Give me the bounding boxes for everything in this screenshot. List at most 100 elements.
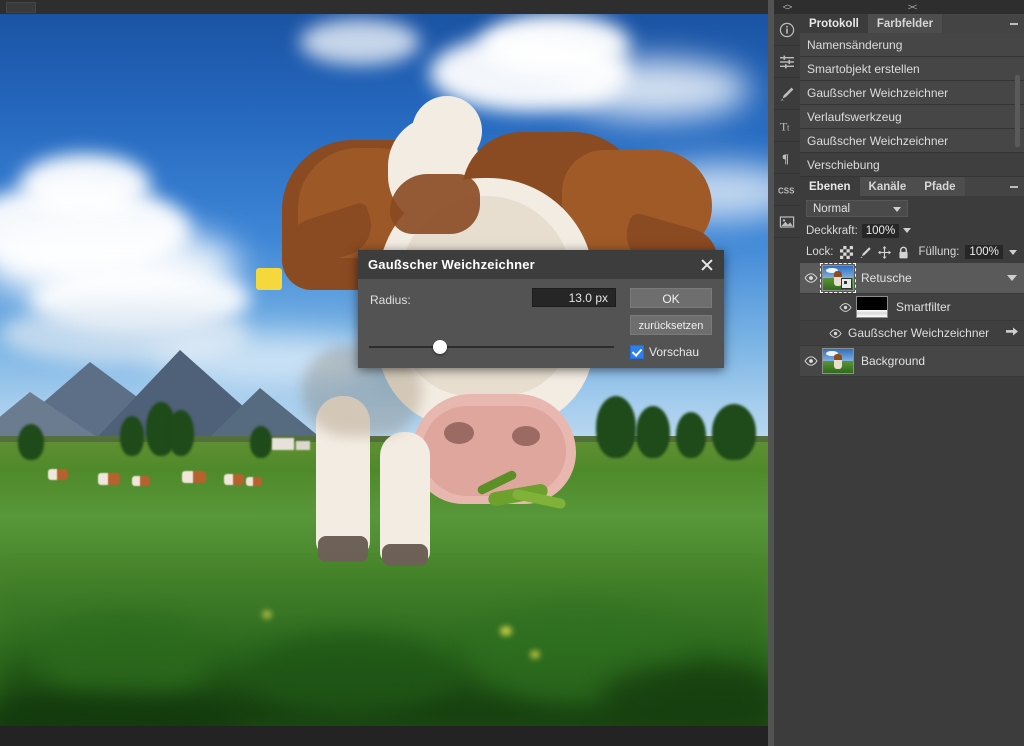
layer-row-retusche[interactable]: Retusche	[800, 263, 1024, 294]
distant-cow	[246, 477, 262, 486]
history-item[interactable]: Gaußscher Weichzeichner	[800, 129, 1024, 153]
tree	[18, 424, 44, 460]
history-item[interactable]: Verlaufswerkzeug	[800, 105, 1024, 129]
history-item-label: Gaußscher Weichzeichner	[807, 133, 949, 148]
gaussian-blur-dialog[interactable]: Gaußscher Weichzeichner Radius: 13.0 px …	[358, 250, 724, 368]
close-icon[interactable]	[699, 257, 715, 273]
eye-icon[interactable]	[834, 302, 856, 312]
brush-icon[interactable]	[774, 78, 800, 110]
smartfilter-label: Smartfilter	[896, 300, 951, 314]
flower	[530, 650, 540, 659]
css-icon[interactable]: CSS	[774, 174, 800, 206]
paragraph-icon[interactable]: ¶	[774, 142, 800, 174]
tab-pfade[interactable]: Pfade	[915, 177, 965, 196]
history-item-label: Gaußscher Weichzeichner	[807, 85, 949, 100]
dialog-body: Radius: 13.0 px OK zurücksetzen Vorschau	[358, 279, 724, 368]
opacity-row: Deckkraft: 100%	[800, 220, 1024, 241]
distant-cow	[48, 469, 68, 480]
eye-icon[interactable]	[800, 356, 822, 366]
lock-label: Lock:	[806, 246, 834, 258]
radius-label: Radius:	[370, 293, 411, 307]
svg-text:¶: ¶	[782, 151, 789, 166]
history-item[interactable]: Gaußscher Weichzeichner	[800, 81, 1024, 105]
tree	[120, 416, 144, 456]
tab-protokoll[interactable]: Protokoll	[800, 14, 868, 33]
filter-options-icon[interactable]	[1006, 327, 1018, 340]
preview-label[interactable]: Vorschau	[649, 345, 699, 359]
opacity-label: Deckkraft:	[806, 224, 858, 237]
chevron-down-icon[interactable]	[1008, 249, 1017, 255]
preview-checkbox[interactable]	[630, 345, 644, 359]
cloud	[20, 154, 150, 214]
checkerboard-icon[interactable]	[839, 245, 853, 259]
smart-filter-name[interactable]: Gaußscher Weichzeichner	[848, 326, 989, 340]
blend-mode-value: Normal	[813, 202, 851, 215]
radius-slider[interactable]	[369, 340, 614, 354]
preview-row[interactable]: Vorschau	[630, 345, 699, 359]
dialog-titlebar[interactable]: Gaußscher Weichzeichner	[358, 250, 724, 279]
history-list: Namensänderung Smartobjekt erstellen Gaußs…	[800, 33, 1024, 177]
layer-thumbnail[interactable]	[822, 348, 854, 374]
panel-menu-icon[interactable]	[1010, 185, 1018, 188]
move-icon[interactable]	[877, 245, 891, 259]
eye-icon[interactable]	[800, 328, 848, 338]
character-icon[interactable]: Tt	[774, 110, 800, 142]
blend-mode-row: Normal	[800, 196, 1024, 220]
opacity-input[interactable]: 100%	[861, 223, 900, 238]
history-panel-tabs: Protokoll Farbfelder	[800, 14, 1024, 33]
tab-kanaele[interactable]: Kanäle	[859, 177, 916, 196]
blend-mode-select[interactable]: Normal	[806, 199, 908, 217]
history-item-label: Verschiebung	[807, 157, 880, 172]
chevron-down-icon[interactable]	[1007, 275, 1017, 281]
tree	[168, 410, 194, 456]
image-icon[interactable]	[774, 206, 800, 238]
layers-list: Retusche Smartfilter Gaußscher Weichzeic…	[800, 263, 1024, 377]
blur-blob	[40, 614, 210, 704]
history-item[interactable]: Verschiebung	[800, 153, 1024, 177]
history-item-label: Verlaufswerkzeug	[807, 109, 902, 124]
history-item-label: Smartobjekt erstellen	[807, 61, 920, 76]
layers-panel-tabs: Ebenen Kanäle Pfade	[800, 177, 1024, 196]
ok-button[interactable]: OK	[630, 288, 712, 308]
fill-input[interactable]: 100%	[965, 245, 1003, 259]
brush-icon[interactable]	[859, 246, 872, 259]
distant-cow	[182, 471, 206, 483]
distant-cow	[98, 473, 120, 485]
slider-handle[interactable]	[433, 340, 448, 354]
info-icon[interactable]	[774, 14, 800, 46]
lock-row: Lock: Füllung: 100%	[800, 241, 1024, 263]
history-item[interactable]: Smartobjekt erstellen	[800, 57, 1024, 81]
chevron-down-icon	[893, 206, 901, 212]
layer-name[interactable]: Retusche	[861, 271, 912, 285]
layer-thumbnail[interactable]	[820, 263, 856, 293]
flower	[500, 626, 512, 636]
options-bar	[0, 0, 768, 15]
eye-icon[interactable]	[800, 273, 822, 283]
flower	[262, 610, 272, 619]
svg-text:t: t	[787, 122, 790, 132]
layer-row-smartfilter[interactable]: Smartfilter	[800, 294, 1024, 321]
layer-name[interactable]: Background	[861, 354, 925, 368]
expand-panels-button[interactable]: <>	[774, 0, 800, 14]
collapse-panels-button[interactable]: ><	[800, 0, 1024, 14]
radius-input[interactable]: 13.0 px	[532, 288, 616, 307]
adjustments-icon[interactable]	[774, 46, 800, 78]
lock-icon[interactable]	[897, 246, 910, 259]
panel-menu-icon[interactable]	[1010, 22, 1018, 25]
cloud	[300, 19, 420, 65]
history-scrollbar[interactable]	[1015, 75, 1020, 147]
history-item[interactable]: Namensänderung	[800, 33, 1024, 57]
blur-blob	[250, 634, 450, 714]
chevron-down-icon[interactable]	[903, 228, 912, 233]
history-item-label: Namensänderung	[807, 37, 903, 52]
tab-farbfelder[interactable]: Farbfelder	[867, 14, 943, 33]
tab-ebenen[interactable]: Ebenen	[800, 177, 860, 196]
document-canvas[interactable]	[0, 14, 768, 726]
reset-button[interactable]: zurücksetzen	[630, 315, 712, 335]
layer-row-gaussian-filter[interactable]: Gaußscher Weichzeichner	[800, 321, 1024, 346]
filter-mask-thumbnail[interactable]	[856, 296, 888, 318]
slider-track	[369, 346, 614, 348]
options-bar-segment	[6, 2, 36, 13]
layer-row-background[interactable]: Background	[800, 346, 1024, 377]
photo-cow-in-meadow	[0, 14, 768, 726]
